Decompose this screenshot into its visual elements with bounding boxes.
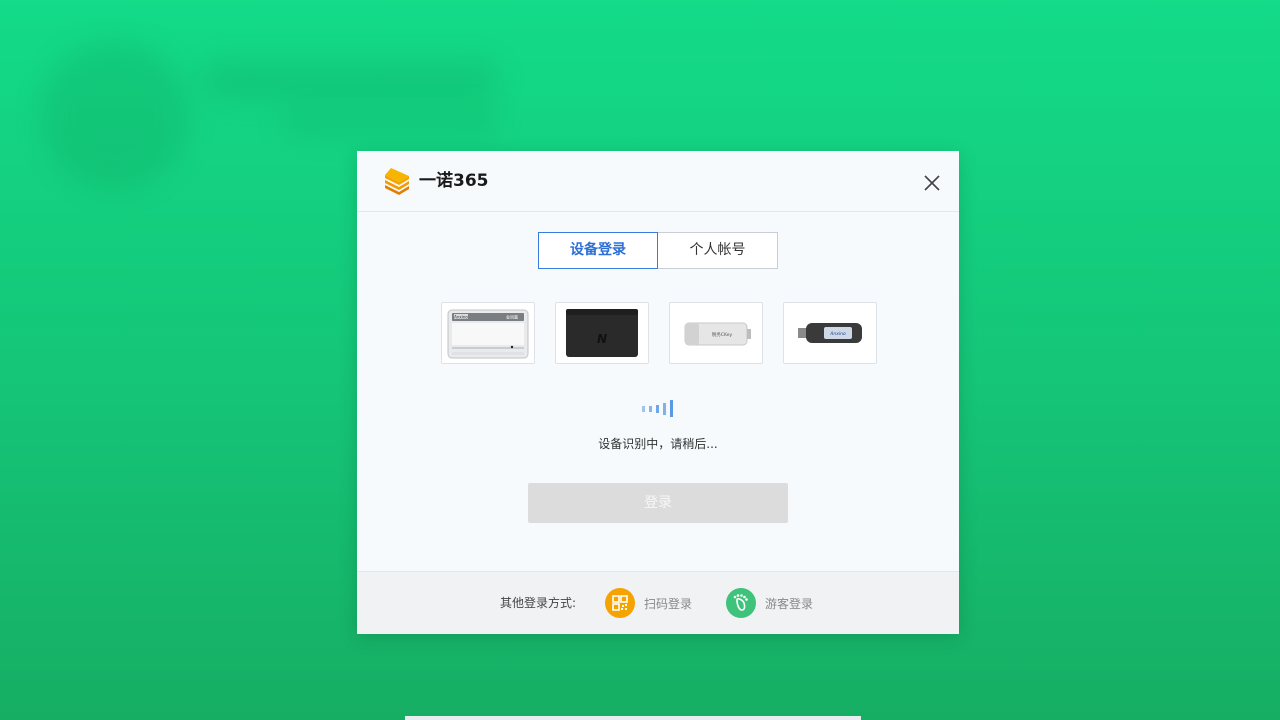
tab-device-login[interactable]: 设备登录 (538, 232, 658, 269)
taskbar-strip (405, 716, 861, 720)
device-status-text: 设备识别中，请稍后... (598, 437, 718, 451)
dialog-footer: 其他登录方式: 扫码登录 游客登录 (357, 571, 959, 634)
background-blur-shape (40, 40, 190, 190)
svg-text:N: N (597, 332, 607, 346)
usb-key-white-icon: 税务CKey (684, 322, 751, 346)
stacked-layers-icon (381, 165, 413, 197)
dialog-header: 一诺365 (357, 151, 959, 212)
app-title: 一诺365 (419, 171, 489, 191)
login-button[interactable]: 登录 (528, 483, 788, 523)
login-mode-tabs: 设备登录 个人帐号 (538, 232, 778, 269)
qr-login-option[interactable]: 扫码登录 (605, 587, 692, 619)
svg-text:金凤凰: 金凤凰 (506, 314, 518, 320)
device-card-reader[interactable]: Anxino 金凤凰 (441, 302, 535, 364)
usb-key-black-icon: Anxino (798, 323, 862, 343)
guest-login-option[interactable]: 游客登录 (726, 587, 813, 619)
close-icon[interactable] (920, 171, 944, 195)
svg-text:Anxino: Anxino (454, 315, 468, 320)
qr-code-icon (605, 588, 635, 618)
device-list: Anxino 金凤凰 N 税务CKey Anxino (441, 302, 877, 364)
signal-bars-icon (641, 399, 675, 419)
device-nfc-reader[interactable]: N (555, 302, 649, 364)
device-usb-key-white[interactable]: 税务CKey (669, 302, 763, 364)
qr-login-label: 扫码登录 (644, 596, 693, 611)
footprint-icon (726, 588, 756, 618)
other-login-label: 其他登录方式: (500, 596, 577, 610)
device-usb-key-black[interactable]: Anxino (783, 302, 877, 364)
card-reader-icon: Anxino 金凤凰 (447, 309, 529, 359)
svg-text:Anxino: Anxino (829, 331, 846, 337)
nfc-reader-icon: N (566, 309, 638, 357)
background-blur-shape (280, 110, 500, 134)
tab-personal-account[interactable]: 个人帐号 (658, 232, 778, 269)
svg-text:税务CKey: 税务CKey (712, 331, 733, 338)
guest-login-label: 游客登录 (765, 596, 814, 611)
background-blur-shape (200, 60, 500, 100)
login-dialog: 一诺365 设备登录 个人帐号 Anxino 金凤凰 N 税务CKey Anxi… (357, 151, 959, 634)
